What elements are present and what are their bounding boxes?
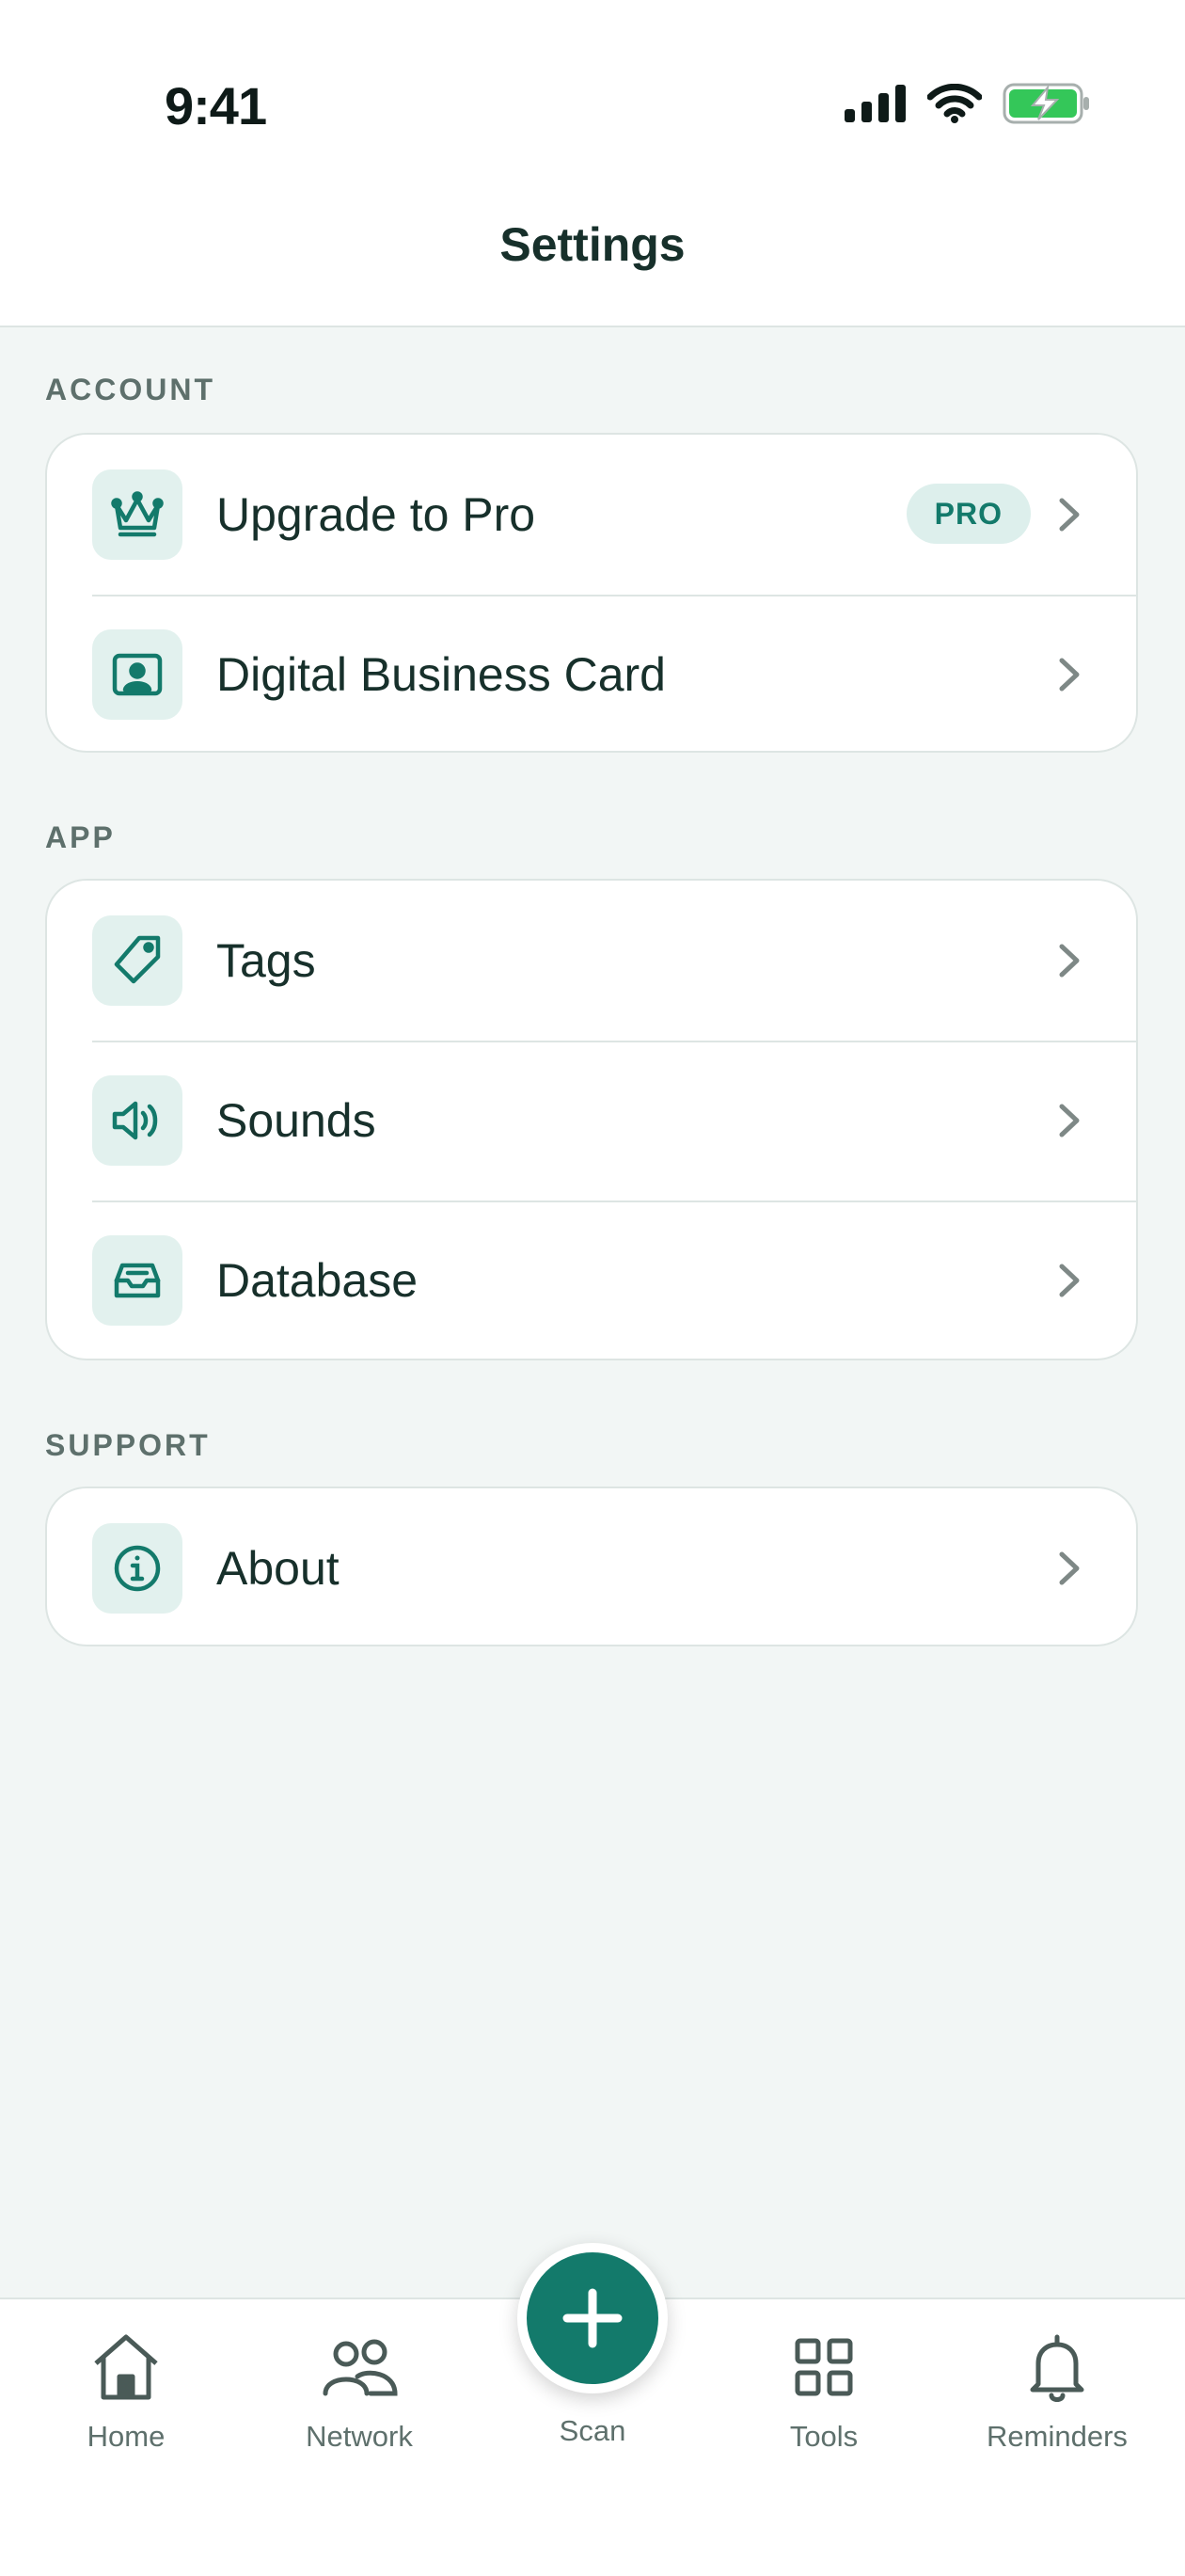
contact-card-icon: [92, 629, 182, 720]
row-label: Database: [216, 1254, 419, 1307]
tab-home[interactable]: Home: [23, 2328, 229, 2459]
inbox-tray-icon: [92, 1235, 182, 1326]
tab-label: Network: [306, 2420, 413, 2453]
row-label: About: [216, 1542, 340, 1595]
tab-network[interactable]: Network: [256, 2328, 463, 2459]
section-header-support: SUPPORT: [45, 1428, 211, 1462]
settings-row-digital-business-card[interactable]: Digital Business Card: [47, 595, 1136, 751]
chevron-right-icon: [1059, 1104, 1080, 1137]
settings-row-database[interactable]: Database: [47, 1201, 1136, 1359]
app-card: Tags Sounds Database: [45, 879, 1138, 1360]
settings-row-sounds[interactable]: Sounds: [47, 1041, 1136, 1201]
chevron-right-icon: [1059, 1264, 1080, 1297]
cellular-signal-icon: [845, 85, 906, 122]
navigation-bar: Settings: [0, 188, 1185, 327]
tab-label: Reminders: [987, 2420, 1128, 2453]
chevron-right-icon: [1059, 944, 1080, 978]
battery-charging-icon: [1003, 83, 1089, 124]
wifi-icon: [927, 84, 982, 123]
crown-icon: [92, 469, 182, 560]
speaker-icon: [92, 1075, 182, 1166]
section-header-account: ACCOUNT: [45, 373, 215, 406]
home-icon: [94, 2334, 158, 2400]
tab-reminders[interactable]: Reminders: [954, 2328, 1161, 2459]
row-label: Sounds: [216, 1094, 376, 1147]
settings-row-about[interactable]: About: [47, 1488, 1136, 1645]
people-icon: [323, 2339, 398, 2396]
tab-label: Tools: [789, 2420, 859, 2453]
row-label: Upgrade to Pro: [216, 488, 536, 541]
support-card: About: [45, 1487, 1138, 1646]
plus-icon: [562, 2288, 623, 2348]
row-label: Tags: [216, 934, 316, 987]
grid-icon: [795, 2338, 853, 2396]
tab-label-scan[interactable]: Scan: [517, 2414, 668, 2448]
page-title: Settings: [499, 218, 686, 271]
row-label: Digital Business Card: [216, 648, 666, 701]
chevron-right-icon: [1059, 658, 1080, 692]
info-icon: [92, 1523, 182, 1614]
chevron-right-icon: [1059, 498, 1080, 532]
status-time: 9:41: [165, 76, 267, 135]
tab-tools[interactable]: Tools: [720, 2328, 927, 2459]
section-header-app: APP: [45, 820, 116, 854]
status-bar: 9:41: [0, 0, 1185, 188]
settings-row-upgrade-to-pro[interactable]: Upgrade to Pro PRO: [47, 435, 1136, 595]
pro-badge: PRO: [906, 484, 1031, 544]
tab-label: Home: [87, 2420, 166, 2453]
scan-button[interactable]: [517, 2243, 668, 2393]
bell-icon: [1030, 2334, 1084, 2402]
account-card: Upgrade to Pro PRO Digital Business Card: [45, 433, 1138, 753]
status-icons: [845, 83, 1091, 124]
tag-icon: [92, 915, 182, 1006]
settings-row-tags[interactable]: Tags: [47, 881, 1136, 1041]
chevron-right-icon: [1059, 1551, 1080, 1585]
